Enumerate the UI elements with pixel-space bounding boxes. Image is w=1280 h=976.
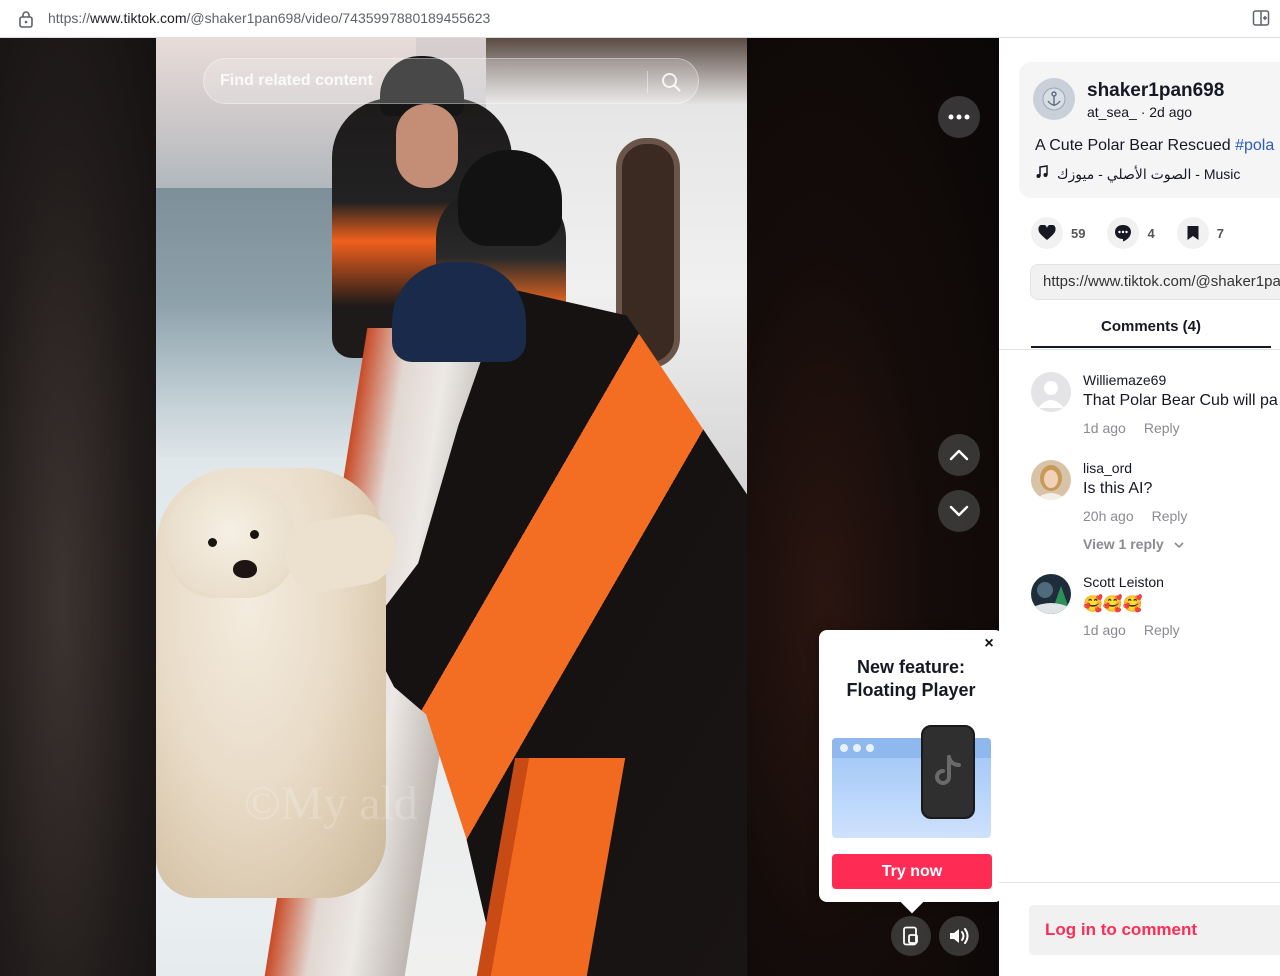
video-details-panel: shaker1pan698 at_sea_ · 2d ago A Cute Po… <box>999 38 1280 976</box>
comment-meta: 1d ago Reply <box>1083 622 1180 638</box>
author-name[interactable]: shaker1pan698 <box>1087 80 1224 102</box>
floating-player-button[interactable] <box>891 916 931 956</box>
floating-player-icon <box>903 926 918 946</box>
popup-title: New feature: Floating Player <box>846 657 976 700</box>
previous-video-button[interactable] <box>938 434 980 476</box>
avatar[interactable] <box>1031 574 1071 614</box>
chevron-up-icon <box>949 449 969 461</box>
more-dots-icon <box>948 114 970 120</box>
reply-button[interactable]: Reply <box>1152 508 1188 524</box>
search-input[interactable]: Find related content <box>203 58 699 104</box>
comment-button[interactable]: 4 <box>1107 217 1155 249</box>
copy-link-field[interactable]: https://www.tiktok.com/@shaker1pan <box>1030 264 1280 300</box>
like-button[interactable]: 59 <box>1031 217 1085 249</box>
chevron-down-icon <box>949 505 969 517</box>
video-player[interactable]: ©My ald <box>156 38 747 976</box>
tiktok-logo-icon <box>935 755 961 785</box>
comment-username[interactable]: lisa_ord <box>1083 460 1132 476</box>
comment-count: 4 <box>1147 225 1155 241</box>
user-photo-icon <box>1031 574 1071 614</box>
floating-player-popup: × New feature: Floating Player Try now <box>819 630 1003 914</box>
speaker-icon <box>950 928 969 944</box>
video-polar-bear-head <box>166 478 296 598</box>
window-dot <box>853 744 861 752</box>
user-photo-icon <box>1031 460 1071 500</box>
author-subtitle: at_sea_ · 2d ago <box>1087 104 1193 120</box>
blurred-background-left <box>0 38 156 976</box>
action-bar: 59 4 7 <box>1031 216 1246 250</box>
favorite-button[interactable]: 7 <box>1176 217 1224 249</box>
video-bear-eye <box>250 530 259 539</box>
split-view-icon[interactable] <box>1252 9 1270 27</box>
comment-username[interactable]: Williemaze69 <box>1083 372 1166 388</box>
comment-meta: 1d ago Reply <box>1083 420 1180 436</box>
search-icon[interactable] <box>660 71 682 93</box>
chevron-down-icon <box>1174 542 1184 549</box>
search-placeholder: Find related content <box>220 72 373 89</box>
music-link[interactable]: الصوت الأصلي - ميوزك - Music <box>1035 165 1240 183</box>
next-video-button[interactable] <box>938 490 980 532</box>
heart-icon <box>1038 225 1056 240</box>
hashtag-link[interactable]: #pola <box>1235 137 1274 154</box>
avatar[interactable] <box>1033 78 1075 120</box>
view-replies-button[interactable]: View 1 reply <box>1083 536 1184 552</box>
comment-text: 🥰🥰🥰 <box>1083 596 1143 613</box>
post-info-card: shaker1pan698 at_sea_ · 2d ago A Cute Po… <box>1019 62 1280 198</box>
avatar[interactable] <box>1031 460 1071 500</box>
tab-comments[interactable]: Comments (4) <box>1031 318 1271 335</box>
try-now-button[interactable]: Try now <box>832 854 992 889</box>
tab-divider <box>999 349 1280 350</box>
comment-username[interactable]: Scott Leiston <box>1083 574 1164 590</box>
anchor-icon <box>1042 87 1066 111</box>
video-bear-nose <box>233 560 257 578</box>
login-to-comment-button[interactable]: Log in to comment <box>1029 905 1280 955</box>
default-avatar-icon <box>1031 372 1071 412</box>
more-options-button[interactable] <box>938 96 980 138</box>
volume-button[interactable] <box>939 916 979 956</box>
avatar[interactable] <box>1031 372 1071 412</box>
lock-icon <box>19 11 33 28</box>
reply-button[interactable]: Reply <box>1144 622 1180 638</box>
close-icon[interactable]: × <box>981 636 997 652</box>
window-dot <box>866 744 874 752</box>
music-note-icon <box>1036 165 1048 178</box>
url-field[interactable]: https://www.tiktok.com/@shaker1pan698/vi… <box>48 10 490 26</box>
video-face <box>396 104 458 188</box>
search-divider <box>647 71 648 93</box>
video-navy-beanie <box>392 262 526 362</box>
video-bear-eye <box>208 538 217 547</box>
video-watermark: ©My ald <box>244 777 418 830</box>
favorite-count: 7 <box>1216 225 1224 241</box>
comment-meta: 20h ago Reply <box>1083 508 1188 524</box>
like-count: 59 <box>1071 225 1086 241</box>
video-helmet <box>458 150 562 246</box>
video-description: A Cute Polar Bear Rescued #pola <box>1035 137 1275 154</box>
browser-address-bar: https://www.tiktok.com/@shaker1pan698/vi… <box>0 0 1280 38</box>
comment-login-bar: Log in to comment <box>999 882 1280 976</box>
comment-text: Is this AI? <box>1083 480 1153 497</box>
reply-button[interactable]: Reply <box>1144 420 1180 436</box>
comment-bubble-icon <box>1115 225 1132 242</box>
active-tab-indicator <box>1031 346 1271 348</box>
window-dot <box>840 744 848 752</box>
comment-text: That Polar Bear Cub will pa <box>1083 392 1278 409</box>
bookmark-icon <box>1187 226 1199 240</box>
